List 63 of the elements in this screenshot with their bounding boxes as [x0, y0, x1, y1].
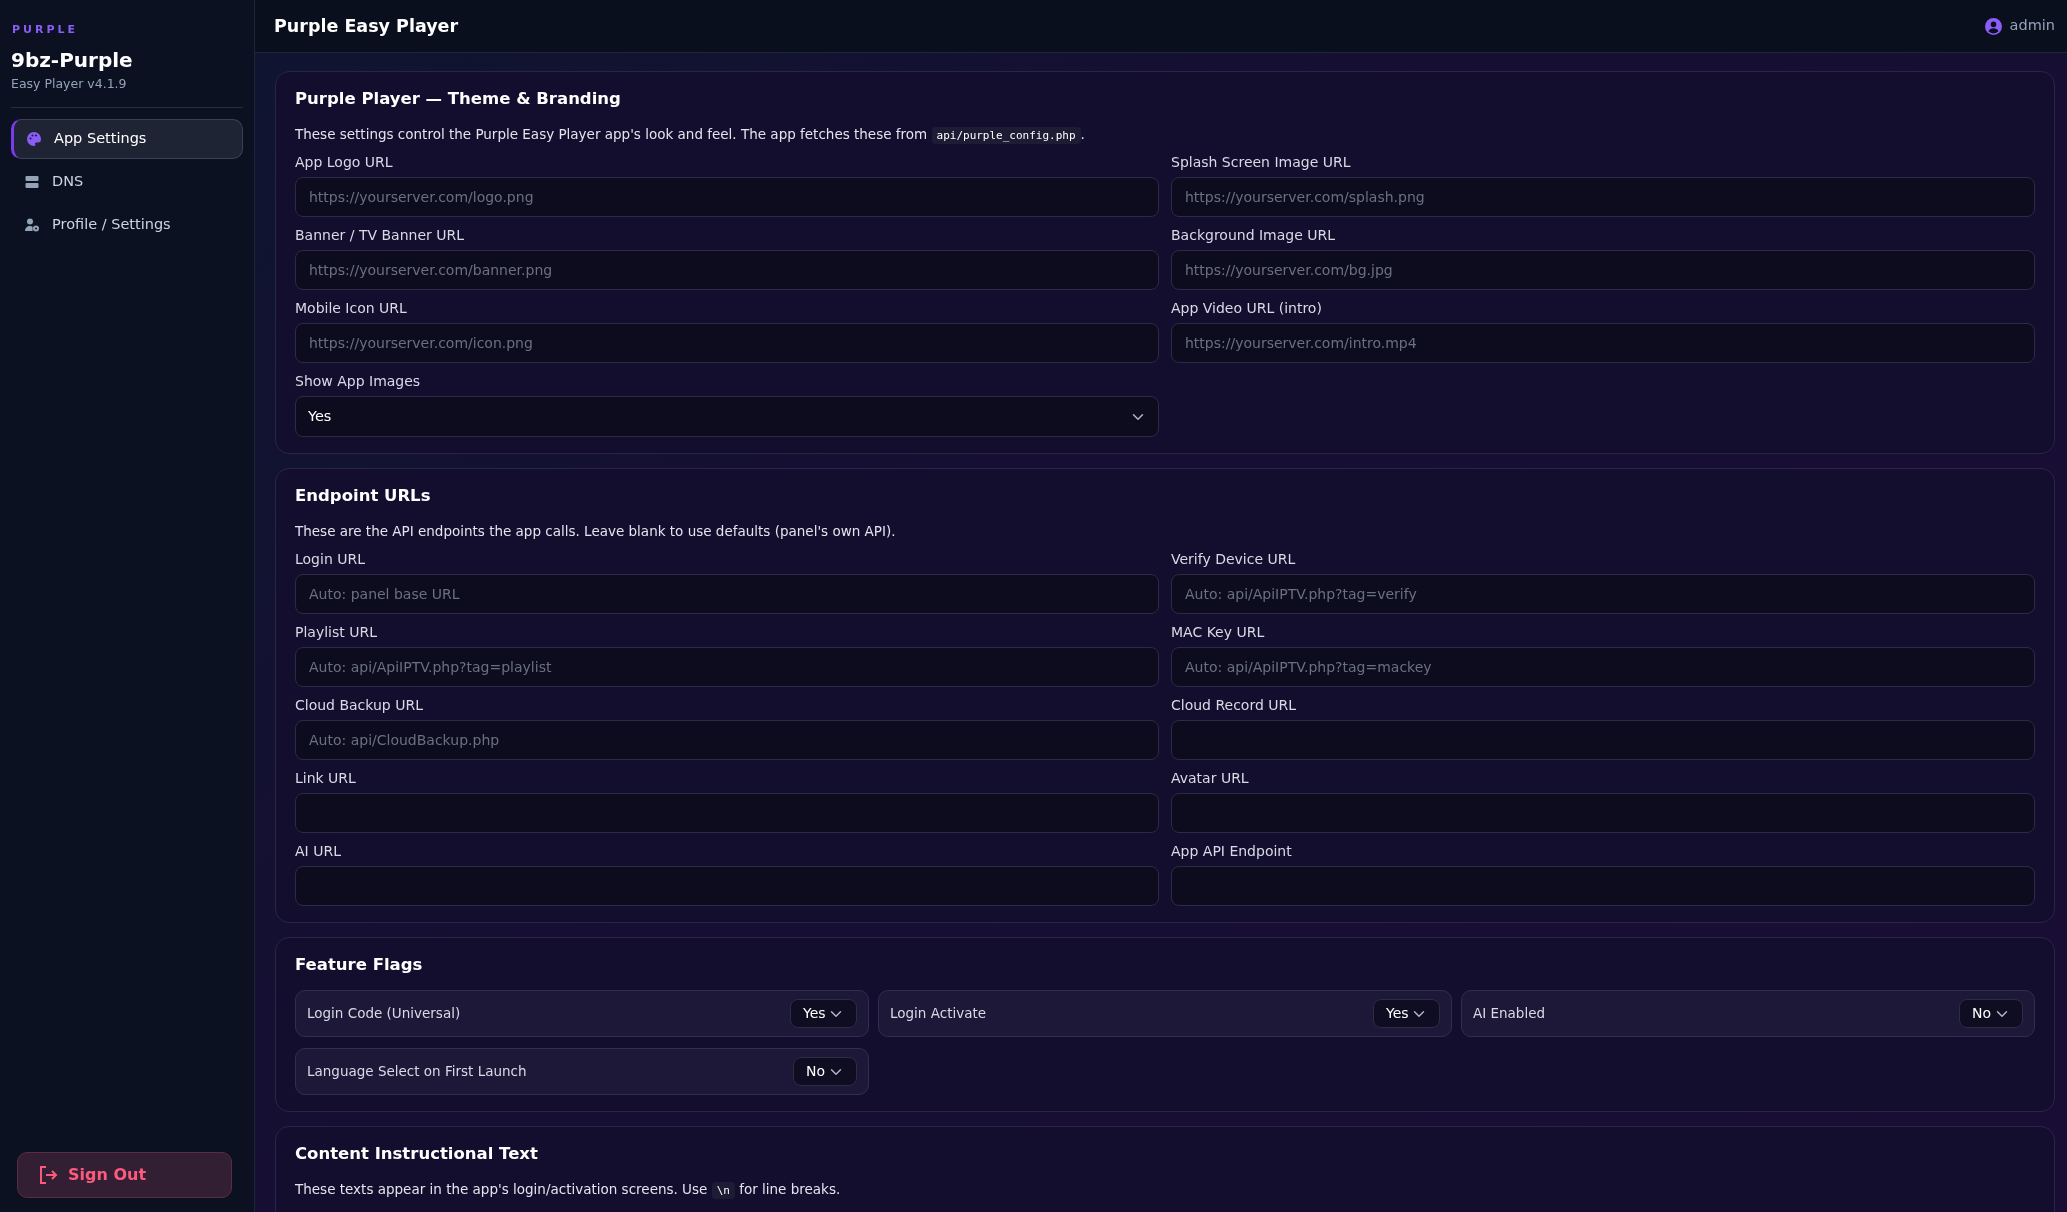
- select-field[interactable]: No: [1959, 999, 2023, 1028]
- sign-out-icon: [38, 1165, 58, 1185]
- brand-name: 9bz-Purple: [11, 46, 134, 74]
- select-field[interactable]: Yes: [790, 999, 857, 1028]
- field-label: Banner / TV Banner URL: [295, 226, 466, 246]
- page-title: Purple Easy Player: [274, 14, 459, 38]
- field-label: App Video URL (intro): [1171, 299, 1323, 319]
- input-field[interactable]: https://yourserver.com/logo.png: [295, 177, 1159, 218]
- input-field[interactable]: Auto: api/CloudBackup.php: [295, 720, 1159, 761]
- input-field[interactable]: https://yourserver.com/banner.png: [295, 250, 1159, 291]
- field-label: Splash Screen Image URL: [1171, 153, 1352, 173]
- select-field[interactable]: Yes: [1373, 999, 1440, 1028]
- sign-out-button[interactable]: Sign Out: [17, 1152, 232, 1198]
- field-label: Cloud Record URL: [1171, 696, 1298, 716]
- input-field[interactable]: [1171, 793, 2035, 834]
- flag-label: Login Code (Universal): [307, 1004, 461, 1024]
- input-field[interactable]: Auto: panel base URL: [295, 574, 1159, 615]
- user-icon: [1984, 17, 2002, 35]
- input-field[interactable]: Auto: api/ApiIPTV.php?tag=playlist: [295, 647, 1159, 688]
- input-field[interactable]: https://yourserver.com/splash.png: [1171, 177, 2035, 218]
- user-gear-icon: [24, 216, 40, 233]
- field-label: Cloud Backup URL: [295, 696, 424, 716]
- sidebar-item[interactable]: Profile / Settings: [11, 204, 243, 245]
- input-field[interactable]: https://yourserver.com/bg.jpg: [1171, 250, 2035, 291]
- section-title: Purple Player — Theme & Branding: [295, 88, 622, 110]
- input-field[interactable]: Auto: api/ApiIPTV.php?tag=verify: [1171, 574, 2035, 615]
- flag-label: Language Select on First Launch: [307, 1062, 527, 1082]
- input-field[interactable]: [295, 793, 1159, 834]
- input-field[interactable]: [1171, 866, 2035, 907]
- select-field[interactable]: No: [793, 1057, 857, 1086]
- field-label: App API Endpoint: [1171, 842, 1293, 862]
- field-label: Mobile Icon URL: [295, 299, 408, 319]
- section-description: These are the API endpoints the app calls. Leave blank to use defaults (panel's own API).: [295, 522, 897, 541]
- server-icon: [24, 173, 40, 190]
- field-label: App Logo URL: [295, 153, 394, 173]
- section-title: Content Instructional Text: [295, 1143, 539, 1165]
- flag-label: AI Enabled: [1473, 1004, 1546, 1024]
- field-label: Link URL: [295, 769, 357, 789]
- field-label: Background Image URL: [1171, 226, 1337, 246]
- palette-icon: [26, 131, 42, 148]
- field-label: Verify Device URL: [1171, 550, 1297, 570]
- input-field[interactable]: [295, 866, 1159, 907]
- field-label: AI URL: [295, 842, 342, 862]
- version-text: Easy Player v4.1.9: [11, 74, 128, 93]
- flag-label: Login Activate: [890, 1004, 987, 1024]
- section-title: Feature Flags: [295, 954, 424, 977]
- sidebar-item[interactable]: App Settings: [11, 119, 243, 159]
- input-field[interactable]: https://yourserver.com/icon.png: [295, 323, 1159, 364]
- field-label: Login URL: [295, 550, 366, 570]
- input-field[interactable]: https://yourserver.com/intro.mp4: [1171, 323, 2035, 364]
- section-description: These settings control the Purple Easy Player app's look and feel. The app fetches these from api/purple_config.php .: [295, 124, 1086, 145]
- input-field[interactable]: Auto: api/ApiIPTV.php?tag=mackey: [1171, 647, 2035, 688]
- section-description: These texts appear in the app's login/activation screens. Use \n for line breaks.: [295, 1179, 842, 1200]
- input-field[interactable]: [1171, 720, 2035, 761]
- field-label: Show App Images: [295, 372, 422, 392]
- brand-tag: PURPLE: [12, 22, 243, 39]
- section-title: Endpoint URLs: [295, 485, 432, 508]
- user-name: admin: [2009, 16, 2055, 36]
- select-field[interactable]: Yes: [295, 396, 1159, 438]
- sidebar-item[interactable]: DNS: [11, 162, 243, 202]
- field-label: Avatar URL: [1171, 769, 1250, 789]
- field-label: MAC Key URL: [1171, 623, 1266, 643]
- field-label: Playlist URL: [295, 623, 378, 643]
